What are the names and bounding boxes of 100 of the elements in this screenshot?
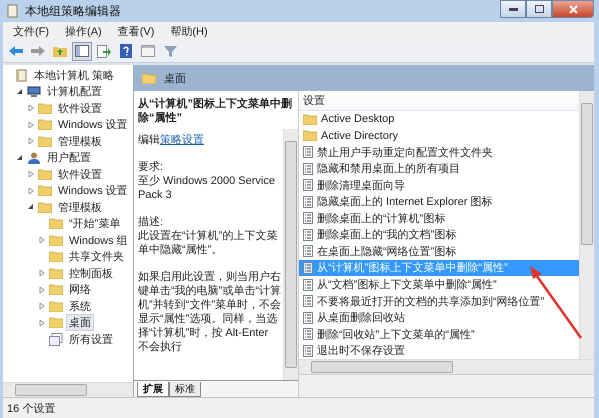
expand-arrow-icon[interactable] bbox=[39, 286, 45, 293]
expand-arrow-icon[interactable] bbox=[28, 105, 34, 112]
tree-item[interactable]: 用户配置 bbox=[44, 149, 94, 166]
tree-item[interactable]: 控制面板 bbox=[66, 264, 116, 282]
help-icon bbox=[120, 44, 132, 58]
forward-arrow-icon bbox=[31, 46, 45, 56]
expand-arrow-icon[interactable] bbox=[28, 138, 34, 144]
setting-row[interactable]: 从“文档”图标上下文菜单中删除“属性” bbox=[299, 276, 579, 293]
tree-item[interactable]: Windows 设置 bbox=[55, 116, 131, 134]
menu-item[interactable]: 查看(V) bbox=[112, 24, 160, 38]
tree-item[interactable]: 管理模板 bbox=[55, 198, 105, 216]
setting-icon bbox=[303, 196, 313, 208]
detail-text: 如果启用此设置，则当用户右键单击“我的电脑”或单击“计算机”并转到“文件”菜单时，不会显示“属性”选项。同样，当选择“计算机”时，按 Alt-Enter 不会执行 bbox=[138, 270, 281, 354]
collapse-arrow-icon[interactable] bbox=[17, 154, 23, 161]
description-text: 此设置在“计算机”的上下文菜单中隐藏“属性”。 bbox=[138, 230, 278, 256]
tree-item[interactable]: Windows 组 bbox=[66, 232, 131, 249]
toolbar-button[interactable] bbox=[72, 42, 92, 60]
setting-row[interactable]: Active Directory bbox=[299, 127, 579, 144]
export-list-icon bbox=[97, 44, 111, 58]
tree-item[interactable]: 所有设置 bbox=[66, 330, 116, 348]
expand-arrow-icon[interactable] bbox=[28, 122, 34, 128]
setting-label: 不要将最近打开的文档的共享添加到“网络位置” bbox=[317, 294, 544, 309]
menu-item[interactable]: 帮助(H) bbox=[164, 24, 214, 38]
setting-icon bbox=[303, 212, 313, 224]
setting-icon bbox=[303, 328, 313, 340]
user-icon bbox=[27, 152, 41, 164]
status-text: 16 个设置 bbox=[3, 397, 594, 418]
collapse-arrow-icon[interactable] bbox=[17, 88, 23, 95]
policy-settings-link[interactable]: 策略设置 bbox=[160, 134, 204, 146]
tree-item[interactable]: 共享文件夹 bbox=[66, 248, 127, 266]
setting-row[interactable]: 禁止用户手动重定向配置文件文件夹 bbox=[299, 144, 579, 161]
folder-icon bbox=[38, 119, 52, 130]
setting-icon bbox=[303, 162, 313, 175]
expand-arrow-icon[interactable] bbox=[39, 303, 45, 310]
tree-item[interactable]: 网络 bbox=[66, 281, 94, 298]
setting-label: 隐藏和禁用桌面上的所有项目 bbox=[317, 162, 460, 176]
expand-arrow-icon[interactable] bbox=[39, 270, 45, 276]
menu-item[interactable]: 文件(F) bbox=[7, 24, 56, 38]
setting-label: Active Desktop bbox=[321, 113, 394, 126]
maximize-button[interactable] bbox=[526, 0, 552, 18]
setting-row[interactable]: 隐藏桌面上的 Internet Explorer 图标 bbox=[299, 194, 579, 210]
vertical-scrollbar[interactable] bbox=[579, 91, 594, 359]
tree-item[interactable]: 软件设置 bbox=[55, 166, 105, 183]
setting-label: 删除桌面上的“计算机”图标 bbox=[317, 212, 446, 226]
folder-icon bbox=[38, 168, 52, 180]
window-title: 本地组策略编辑器 bbox=[25, 2, 121, 20]
setting-icon bbox=[303, 262, 313, 274]
tree-item[interactable]: Windows 设置 bbox=[55, 182, 131, 200]
setting-row[interactable]: 删除桌面上的“计算机”图标 bbox=[299, 210, 579, 227]
setting-label: 从“计算机”图标上下文菜单中删除“属性” bbox=[317, 260, 508, 276]
setting-icon bbox=[303, 179, 313, 192]
panel-title: 桌面 bbox=[164, 72, 186, 86]
expand-arrow-icon[interactable] bbox=[39, 237, 45, 244]
setting-row[interactable]: Active Desktop bbox=[299, 110, 579, 128]
setting-icon bbox=[303, 228, 313, 241]
settings-list-icon bbox=[49, 332, 63, 346]
tree-item[interactable]: 计算机配置 bbox=[44, 83, 105, 100]
setting-label: 在桌面上隐藏“网络位置”图标 bbox=[317, 244, 456, 259]
setting-row[interactable]: 删除桌面上的“我的文档”图标 bbox=[299, 226, 579, 244]
setting-icon bbox=[303, 245, 313, 258]
expand-arrow-icon[interactable] bbox=[28, 171, 34, 178]
setting-row[interactable]: 删除清理桌面向导 bbox=[299, 177, 579, 194]
setting-row[interactable]: 在桌面上隐藏“网络位置”图标 bbox=[299, 243, 579, 260]
setting-row[interactable]: 隐藏和禁用桌面上的所有项目 bbox=[299, 160, 579, 178]
folder-icon bbox=[38, 102, 52, 114]
setting-row[interactable]: 从桌面删除回收站 bbox=[299, 309, 579, 326]
horizontal-scrollbar[interactable] bbox=[299, 359, 594, 374]
setting-label: 从桌面删除回收站 bbox=[317, 310, 405, 326]
tree-item[interactable]: 软件设置 bbox=[55, 100, 105, 117]
close-button[interactable] bbox=[552, 0, 594, 18]
horizontal-scrollbar[interactable] bbox=[3, 382, 133, 397]
filter-icon bbox=[164, 44, 176, 58]
setting-icon bbox=[303, 295, 313, 308]
tree-item[interactable]: 管理模板 bbox=[55, 132, 105, 150]
view-tab[interactable]: 扩展 bbox=[137, 382, 169, 397]
minimize-icon bbox=[508, 8, 518, 10]
setting-row[interactable]: 退出时不保存设置 bbox=[299, 342, 579, 359]
tree-item[interactable]: 系统 bbox=[66, 298, 94, 315]
setting-label: 删除清理桌面向导 bbox=[317, 178, 405, 193]
view-tab[interactable]: 标准 bbox=[169, 382, 201, 397]
folder-icon bbox=[38, 185, 52, 196]
setting-row[interactable]: 不要将最近打开的文档的共享添加到“网络位置” bbox=[299, 292, 579, 310]
setting-row[interactable]: 删除“回收站”上下文菜单的“属性” bbox=[299, 326, 579, 342]
folder-up-icon bbox=[53, 45, 67, 57]
tree-item[interactable]: “开始”菜单 bbox=[66, 215, 124, 232]
collapse-arrow-icon[interactable] bbox=[28, 204, 34, 210]
setting-label: Active Directory bbox=[321, 130, 398, 142]
tree-item[interactable]: 本地计算机 策略 bbox=[31, 66, 118, 84]
folder-icon bbox=[303, 114, 317, 125]
tree-item[interactable]: 桌面 bbox=[66, 314, 94, 332]
close-icon bbox=[568, 4, 578, 14]
expand-arrow-icon[interactable] bbox=[39, 320, 45, 326]
description-label: 描述: bbox=[138, 216, 164, 228]
menu-item[interactable]: 操作(A) bbox=[59, 24, 108, 38]
folder-icon bbox=[49, 300, 63, 312]
policy-icon bbox=[16, 68, 28, 82]
setting-label: 删除“回收站”上下文菜单的“属性” bbox=[317, 328, 475, 342]
minimize-button[interactable] bbox=[500, 0, 526, 18]
vertical-scrollbar[interactable] bbox=[283, 129, 298, 380]
expand-arrow-icon[interactable] bbox=[28, 188, 34, 194]
